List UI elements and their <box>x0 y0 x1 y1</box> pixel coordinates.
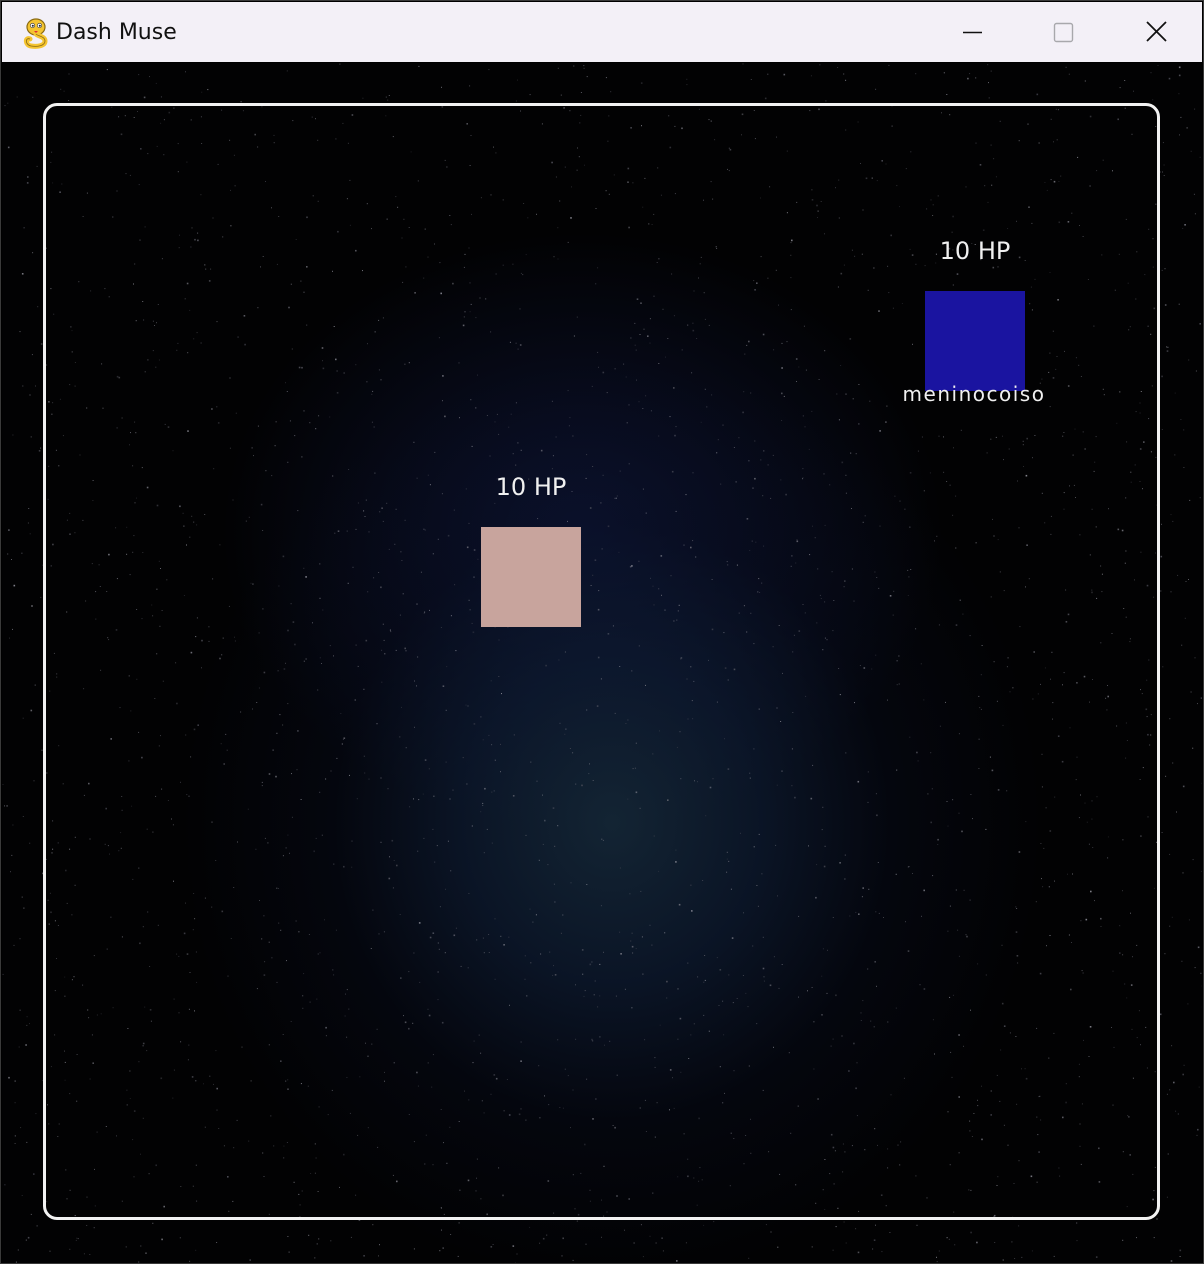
python-snake-icon <box>21 17 51 49</box>
player-name-label: meninocoiso <box>902 382 1046 406</box>
window-title: Dash Muse <box>56 20 177 45</box>
minimize-button[interactable] <box>942 2 1002 62</box>
game-window: Dash Muse 10 HP 10 HP meninocoiso <box>0 0 1204 1264</box>
player-square <box>925 291 1025 391</box>
enemy-square <box>481 527 581 627</box>
arena-border <box>43 103 1160 1220</box>
maximize-button[interactable] <box>1033 2 1093 62</box>
enemy-hp-label: 10 HP <box>495 473 567 501</box>
player-hp-label: 10 HP <box>939 237 1011 265</box>
title-bar[interactable]: Dash Muse <box>2 2 1202 62</box>
game-canvas[interactable]: 10 HP 10 HP meninocoiso <box>2 63 1202 1263</box>
close-button[interactable] <box>1126 2 1186 62</box>
